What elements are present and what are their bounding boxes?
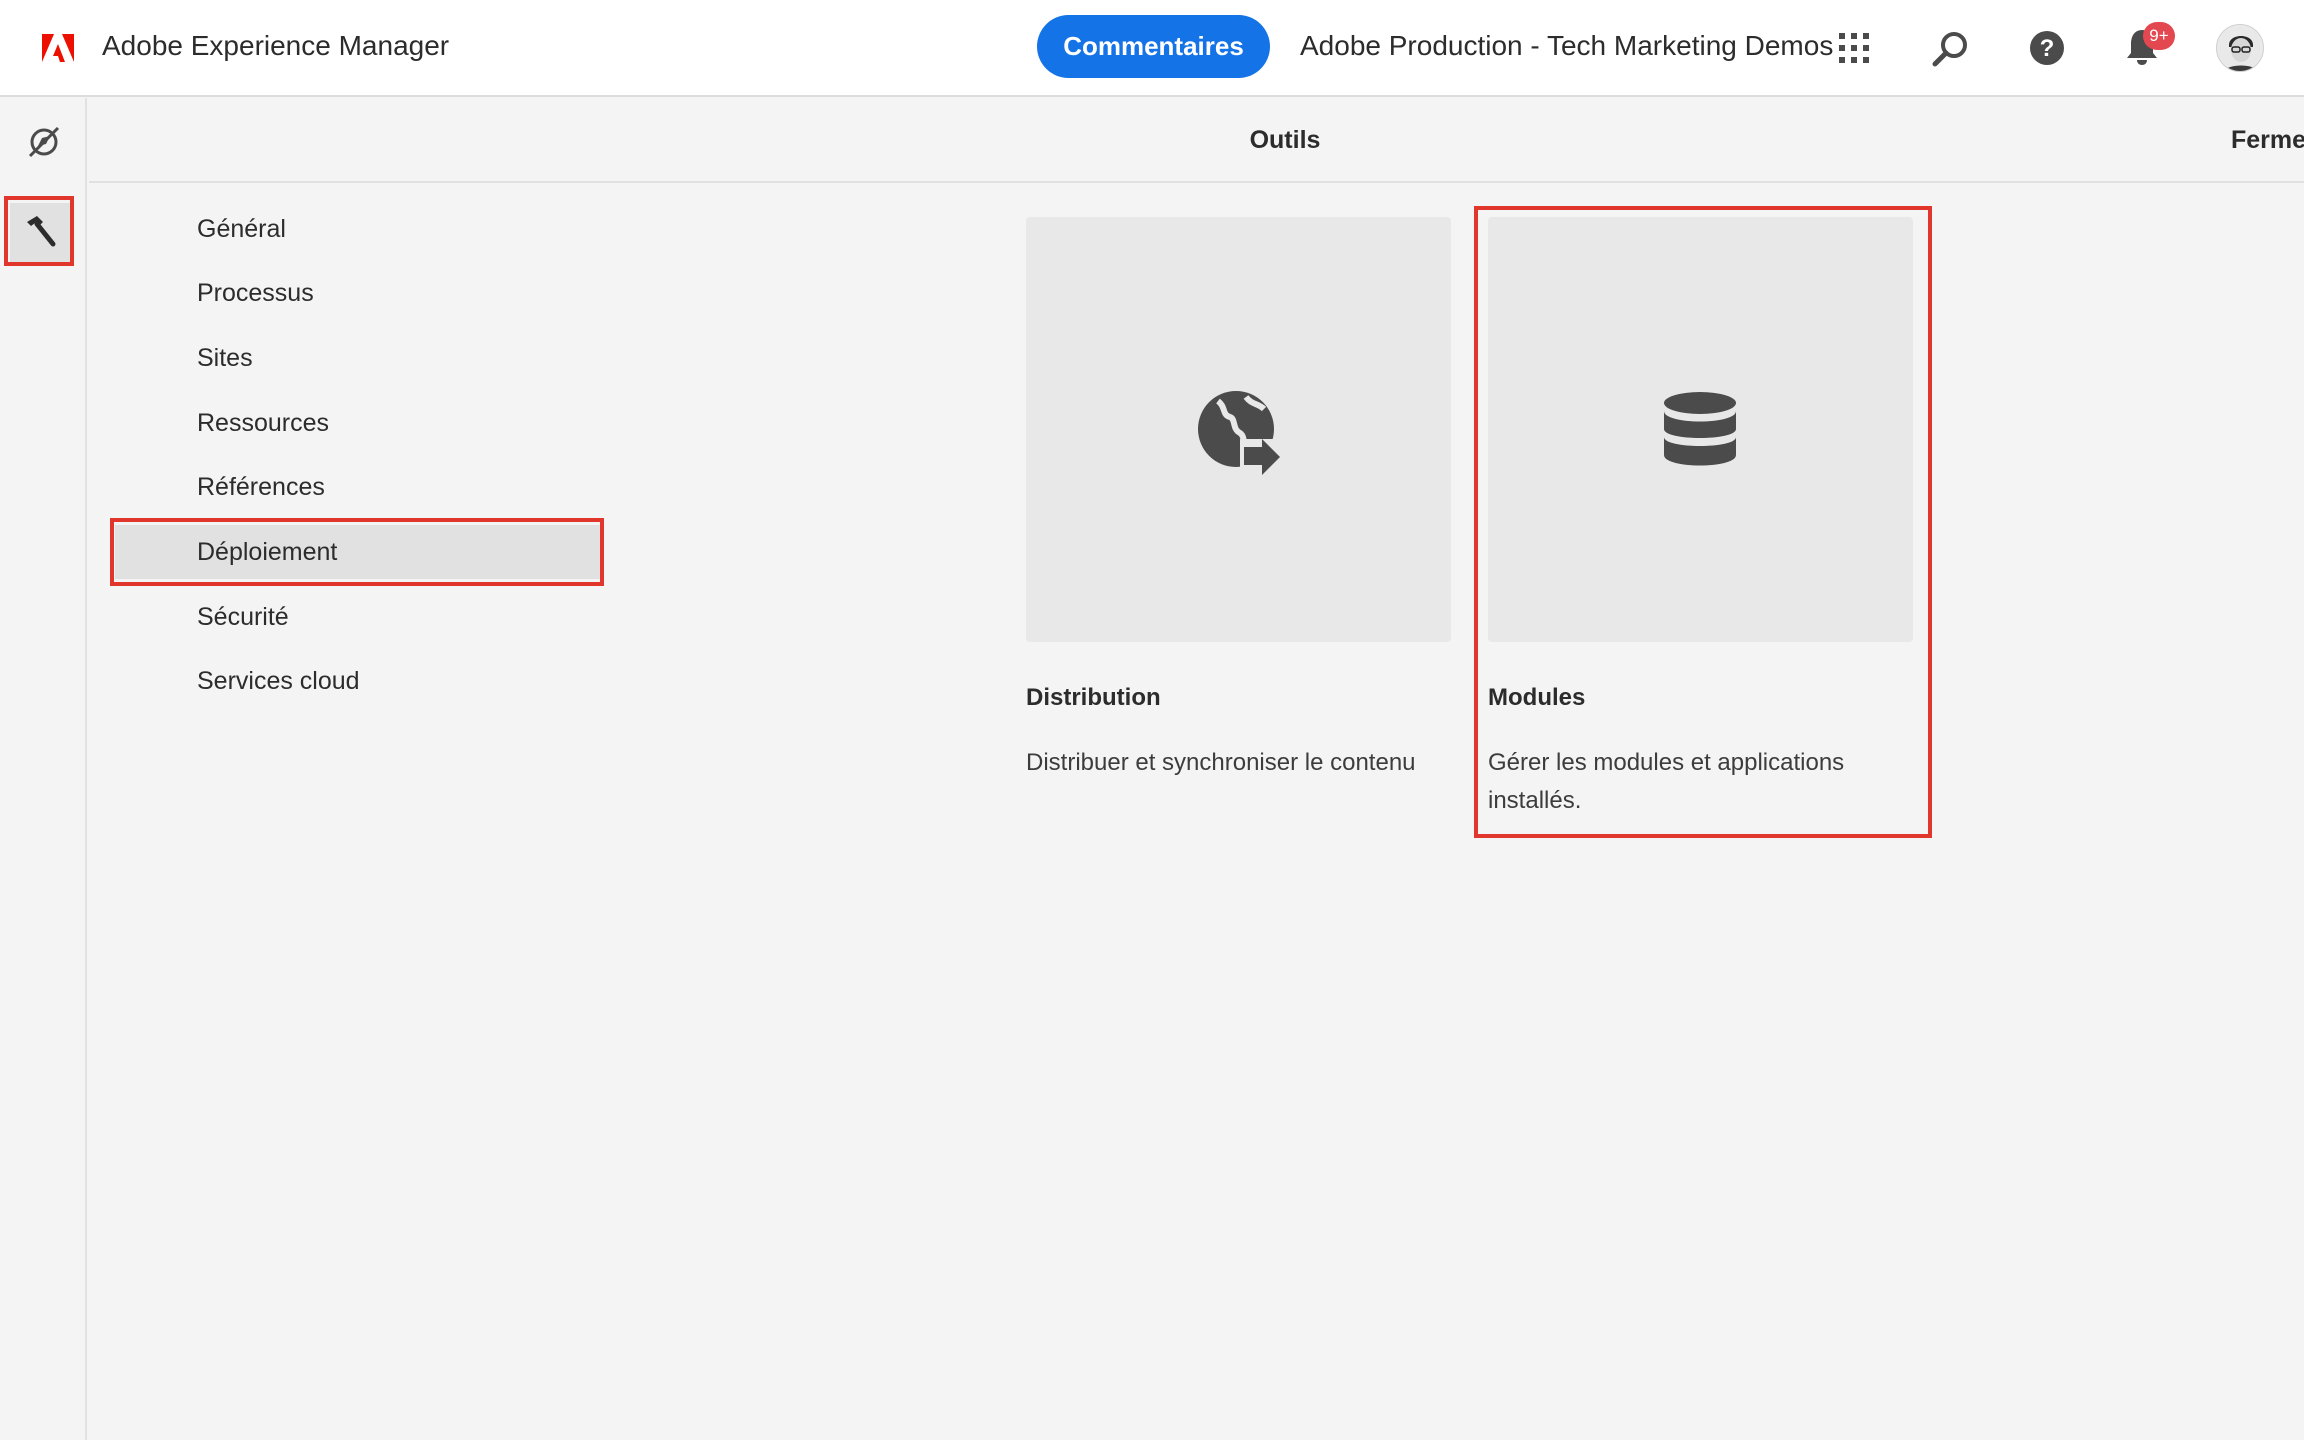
category-ressources[interactable]: Ressources: [115, 396, 601, 450]
card-thumbnail[interactable]: [1488, 217, 1913, 642]
app-title[interactable]: Adobe Experience Manager: [102, 30, 449, 62]
category-general[interactable]: Général: [115, 202, 601, 256]
database-icon: [1664, 392, 1736, 466]
category-label: Ressources: [197, 409, 329, 437]
card-description: Distribuer et synchroniser le contenu: [1026, 749, 1416, 776]
category-services-cloud[interactable]: Services cloud: [115, 654, 601, 708]
panel-header: Outils Fermer: [89, 98, 2304, 183]
card-title: Distribution: [1026, 684, 1161, 711]
category-label: Sécurité: [197, 603, 289, 631]
category-label: Services cloud: [197, 667, 360, 695]
svg-text:?: ?: [2040, 35, 2055, 62]
card-description: Gérer les modules et applications instal…: [1488, 749, 1845, 814]
category-label: Général: [197, 215, 286, 243]
category-label: Déploiement: [197, 538, 338, 566]
category-deploiement[interactable]: Déploiement: [115, 525, 601, 579]
notification-count-badge: 9+: [2143, 22, 2175, 50]
adobe-logo-icon[interactable]: [42, 34, 74, 62]
top-bar: Adobe Experience Manager Commentaires Ad…: [0, 0, 2304, 97]
tools-rail-button[interactable]: [10, 203, 70, 263]
search-icon[interactable]: [1931, 30, 1969, 68]
tool-card-modules[interactable]: Modules Gérer les modules et application…: [1488, 217, 1913, 814]
close-button[interactable]: Fermer: [2231, 126, 2304, 155]
page-title: Outils: [1249, 126, 1321, 154]
category-securite[interactable]: Sécurité: [115, 590, 601, 644]
category-label: Références: [197, 473, 325, 501]
category-label: Processus: [197, 279, 314, 307]
category-label: Sites: [197, 344, 253, 372]
category-references[interactable]: Références: [115, 460, 601, 514]
org-switcher[interactable]: Adobe Production - Tech Marketing Demos: [1300, 30, 1833, 62]
globe-sync-icon: [1198, 391, 1286, 477]
category-processus[interactable]: Processus: [115, 266, 601, 320]
help-icon[interactable]: ?: [2029, 30, 2065, 66]
tool-card-distribution[interactable]: Distribution Distribuer et synchroniser …: [1026, 217, 1451, 776]
user-avatar[interactable]: [2216, 24, 2264, 72]
card-title: Modules: [1488, 684, 1586, 711]
category-sites[interactable]: Sites: [115, 331, 601, 385]
card-thumbnail[interactable]: [1026, 217, 1451, 642]
app-grid-icon[interactable]: [1838, 32, 1870, 64]
feedback-button[interactable]: Commentaires: [1037, 15, 1270, 78]
left-rail: [0, 98, 87, 1440]
hammer-icon: [27, 216, 56, 247]
user-portrait-icon: [2217, 25, 2263, 71]
navigation-compass-icon[interactable]: [26, 124, 62, 160]
